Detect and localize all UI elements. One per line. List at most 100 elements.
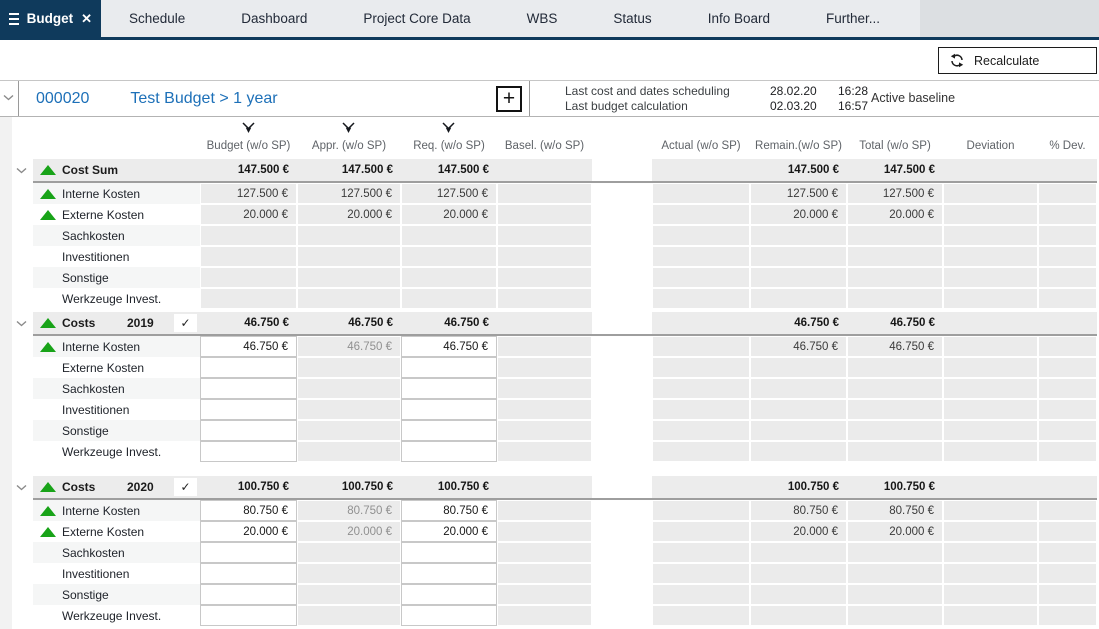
project-collapse-chevron-icon[interactable] bbox=[3, 94, 14, 101]
row-label-cell[interactable]: Externe Kosten bbox=[33, 521, 200, 542]
project-name[interactable]: Test Budget > 1 year bbox=[130, 90, 277, 108]
menu-icon[interactable] bbox=[9, 13, 19, 25]
cell-req[interactable] bbox=[401, 357, 497, 378]
filter-arrow-icon[interactable] bbox=[342, 122, 355, 134]
cost-row: Interne Kosten46.750 €46.750 €46.750 €46… bbox=[12, 336, 1099, 357]
tab-info-board[interactable]: Info Board bbox=[680, 0, 798, 37]
row-label-cell[interactable]: Sonstige bbox=[33, 267, 200, 288]
row-indent bbox=[12, 521, 33, 542]
column-header[interactable]: Basel. (w/o SP) bbox=[497, 140, 592, 154]
group-year: 2019 bbox=[127, 316, 154, 330]
cell-pdev bbox=[1038, 378, 1097, 399]
column-header[interactable]: Appr. (w/o SP) bbox=[297, 140, 401, 154]
row-label-cell[interactable]: Sachkosten bbox=[33, 542, 200, 563]
row-label-cell[interactable]: Interne Kosten bbox=[33, 336, 200, 357]
active-baseline-label: Active baseline bbox=[871, 91, 955, 105]
tab-dashboard[interactable]: Dashboard bbox=[213, 0, 335, 37]
row-label-cell[interactable]: Werkzeuge Invest. bbox=[33, 441, 200, 462]
tab-project-core-data[interactable]: Project Core Data bbox=[335, 0, 498, 37]
cell-pdev bbox=[1038, 225, 1097, 246]
cell-req[interactable]: 46.750 € bbox=[401, 336, 497, 357]
cell-budget[interactable]: 80.750 € bbox=[200, 500, 297, 521]
cell-budget[interactable] bbox=[200, 542, 297, 563]
checked-icon[interactable]: ✓ bbox=[174, 478, 197, 496]
row-label-cell[interactable]: Sachkosten bbox=[33, 378, 200, 399]
chevron-down-icon[interactable] bbox=[12, 159, 33, 183]
cell-req[interactable] bbox=[401, 441, 497, 462]
chevron-down-icon[interactable] bbox=[12, 312, 33, 336]
cell-deviation bbox=[943, 420, 1038, 441]
cell-budget[interactable] bbox=[200, 563, 297, 584]
row-label-cell[interactable]: Investitionen bbox=[33, 246, 200, 267]
cost-row: Interne Kosten127.500 €127.500 €127.500 … bbox=[12, 183, 1099, 204]
project-id[interactable]: 000020 bbox=[36, 90, 89, 108]
add-button[interactable]: + bbox=[496, 86, 522, 112]
cell-budget[interactable] bbox=[200, 441, 297, 462]
row-label-cell[interactable]: Investitionen bbox=[33, 563, 200, 584]
cell-basel bbox=[497, 336, 592, 357]
cell-req[interactable] bbox=[401, 399, 497, 420]
cell-budget[interactable] bbox=[200, 605, 297, 626]
group-title-cell[interactable]: Costs2019✓ bbox=[33, 312, 200, 336]
budget-group: Costs2020✓100.750 €100.750 €100.750 €100… bbox=[12, 476, 1099, 626]
column-header[interactable]: Remain.(w/o SP) bbox=[750, 140, 847, 154]
cell-basel bbox=[497, 267, 592, 288]
tab-schedule[interactable]: Schedule bbox=[101, 0, 213, 37]
column-header[interactable]: Total (w/o SP) bbox=[847, 140, 943, 154]
cell-req[interactable] bbox=[401, 378, 497, 399]
cell-req[interactable] bbox=[401, 563, 497, 584]
cell-req[interactable] bbox=[401, 605, 497, 626]
cell-remain bbox=[750, 288, 847, 309]
cell-total bbox=[847, 378, 943, 399]
row-label-cell[interactable]: Werkzeuge Invest. bbox=[33, 605, 200, 626]
cell-remain: 127.500 € bbox=[750, 183, 847, 204]
filter-arrow-icon[interactable] bbox=[242, 122, 255, 134]
cell-budget[interactable]: 20.000 € bbox=[200, 521, 297, 542]
cell-req[interactable] bbox=[401, 542, 497, 563]
row-label-cell[interactable]: Interne Kosten bbox=[33, 500, 200, 521]
row-label-cell[interactable]: Externe Kosten bbox=[33, 357, 200, 378]
filter-arrow-icon[interactable] bbox=[442, 122, 455, 134]
tab-wbs[interactable]: WBS bbox=[499, 0, 586, 37]
row-label-cell[interactable]: Sonstige bbox=[33, 584, 200, 605]
close-icon[interactable]: ✕ bbox=[81, 11, 92, 27]
row-label-cell[interactable]: Externe Kosten bbox=[33, 204, 200, 225]
checked-icon[interactable]: ✓ bbox=[174, 314, 197, 332]
column-header[interactable]: Req. (w/o SP) bbox=[401, 140, 497, 154]
tab-budget-active[interactable]: Budget ✕ bbox=[0, 0, 101, 37]
cell-deviation bbox=[943, 336, 1038, 357]
tab-status[interactable]: Status bbox=[585, 0, 679, 37]
cell-actual bbox=[652, 183, 750, 204]
row-label-cell[interactable]: Werkzeuge Invest. bbox=[33, 288, 200, 309]
column-header[interactable]: Deviation bbox=[943, 140, 1038, 154]
cell-remain: 46.750 € bbox=[750, 312, 847, 336]
tab-further[interactable]: Further... bbox=[798, 0, 908, 37]
row-label-cell[interactable]: Investitionen bbox=[33, 399, 200, 420]
cell-budget[interactable] bbox=[200, 399, 297, 420]
cell-req[interactable]: 20.000 € bbox=[401, 521, 497, 542]
column-header[interactable]: Actual (w/o SP) bbox=[652, 140, 750, 154]
group-title-cell[interactable]: Costs2020✓ bbox=[33, 476, 200, 500]
row-label: Investitionen bbox=[62, 567, 129, 581]
trend-up-icon bbox=[40, 342, 56, 352]
cell-budget[interactable] bbox=[200, 584, 297, 605]
chevron-down-icon[interactable] bbox=[12, 476, 33, 500]
cell-actual bbox=[652, 542, 750, 563]
recalculate-button[interactable]: Recalculate bbox=[938, 47, 1097, 74]
row-label-cell[interactable]: Sonstige bbox=[33, 420, 200, 441]
cell-deviation bbox=[943, 159, 1038, 183]
cell-budget[interactable] bbox=[200, 378, 297, 399]
cell-req[interactable] bbox=[401, 420, 497, 441]
row-label-cell[interactable]: Interne Kosten bbox=[33, 183, 200, 204]
cell-actual bbox=[652, 563, 750, 584]
cell-req[interactable]: 80.750 € bbox=[401, 500, 497, 521]
row-label-cell[interactable]: Sachkosten bbox=[33, 225, 200, 246]
column-header[interactable]: Budget (w/o SP) bbox=[200, 140, 297, 154]
cell-budget[interactable]: 46.750 € bbox=[200, 336, 297, 357]
cell-budget[interactable] bbox=[200, 357, 297, 378]
group-title-cell[interactable]: Cost Sum bbox=[33, 159, 200, 183]
cell-budget[interactable] bbox=[200, 420, 297, 441]
column-header[interactable]: % Dev. bbox=[1038, 140, 1097, 154]
cell-req[interactable] bbox=[401, 584, 497, 605]
budget-table: Cost Sum147.500 €147.500 €147.500 €147.5… bbox=[12, 159, 1099, 626]
